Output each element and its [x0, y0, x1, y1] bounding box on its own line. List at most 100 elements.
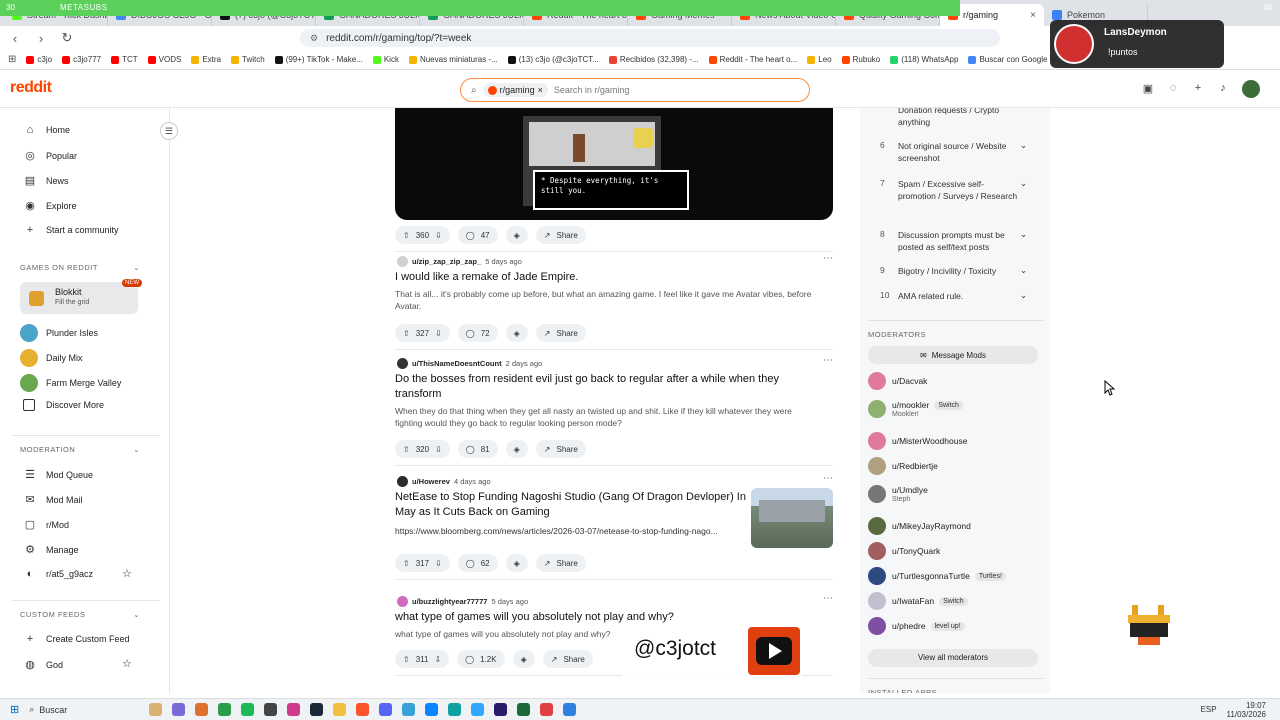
apps-icon[interactable]: ⊞: [8, 54, 16, 65]
collapse-sidebar-icon[interactable]: ☰: [160, 122, 178, 140]
upvote-icon[interactable]: ⇧: [403, 329, 410, 338]
moderator-item[interactable]: u/Umdlye Steph: [868, 485, 928, 503]
moderator-item[interactable]: u/MisterWoodhouse: [868, 432, 967, 450]
bookmark-item[interactable]: VODS: [147, 55, 181, 64]
moderator-item[interactable]: u/Redbiertje: [868, 457, 938, 475]
bookmark-item[interactable]: Reddit - The heart o...: [708, 55, 797, 64]
notification-bell-icon[interactable]: ♪: [1216, 82, 1230, 96]
star-icon[interactable]: ☆: [122, 567, 132, 580]
community-rule[interactable]: 9 Bigotry / Incivility / Toxicity ⌄: [880, 265, 1048, 277]
chevron-down-icon[interactable]: ⌄: [1020, 265, 1030, 277]
copilot-icon[interactable]: [172, 703, 186, 716]
post-title[interactable]: what type of games will you absolutely n…: [395, 610, 815, 625]
post-title[interactable]: I would like a remake of Jade Empire.: [395, 270, 815, 285]
game-item[interactable]: Plunder Isles: [20, 324, 98, 342]
share-button[interactable]: ↗ Share: [535, 226, 586, 244]
bookmark-item[interactable]: (99+) TikTok - Make...: [274, 55, 363, 64]
bookmark-item[interactable]: Recibidos (32,398) -...: [608, 55, 699, 64]
moderator-item[interactable]: u/TurtlesgonnaTurtle Turtles!: [868, 567, 1006, 585]
chevron-down-icon[interactable]: ⌄: [133, 445, 140, 454]
moderation-item[interactable]: ◐ r/at5_g9acz: [24, 568, 93, 580]
taskbar-search[interactable]: ⌕ Buscar: [29, 704, 139, 715]
bookmark-item[interactable]: (13) c3jo (@c3joTCT...: [507, 55, 599, 64]
clock[interactable]: 19:07 11/03/2026: [1227, 701, 1266, 719]
sidebar-nav-popular[interactable]: ◎ Popular: [24, 149, 77, 162]
view-all-moderators-button[interactable]: View all moderators: [868, 649, 1038, 667]
award-button[interactable]: ◈: [505, 440, 528, 458]
game-item[interactable]: Farm Merge Valley: [20, 374, 121, 392]
create-post-icon[interactable]: +: [1191, 82, 1205, 96]
chevron-down-icon[interactable]: ⌄: [133, 610, 140, 619]
xbox-icon[interactable]: [517, 703, 531, 716]
more-options-icon[interactable]: ⋯: [823, 253, 833, 264]
chevron-down-icon[interactable]: ⌄: [1020, 290, 1030, 302]
community-rule[interactable]: 8 Discussion prompts must be posted as se…: [880, 229, 1048, 253]
windows-start-icon[interactable]: ⊞: [10, 703, 19, 716]
app-icon[interactable]: [402, 703, 416, 716]
bookmark-item[interactable]: Twitch: [231, 55, 265, 64]
moderation-section-header[interactable]: MODERATION ⌄: [20, 445, 140, 454]
bookmark-item[interactable]: Extra: [191, 55, 221, 64]
moderation-item[interactable]: ✉ Mod Mail: [24, 493, 82, 506]
post-author[interactable]: u/Howerev 4 days ago: [397, 476, 827, 487]
app-icon[interactable]: [264, 703, 278, 716]
upvote-icon[interactable]: ⇧: [403, 559, 410, 568]
moderator-item[interactable]: u/mookler Switch Mookler!: [868, 400, 963, 418]
upvote-icon[interactable]: ⇧: [403, 655, 410, 664]
sidebar-nav-home[interactable]: ⌂ Home: [24, 124, 70, 136]
moderator-item[interactable]: u/IwataFan Switch: [868, 592, 968, 610]
back-icon[interactable]: ‹: [8, 31, 22, 46]
post-title[interactable]: NetEase to Stop Funding Nagoshi Studio (…: [395, 490, 747, 520]
comments-button[interactable]: ◯ 47: [457, 226, 498, 244]
bookmark-item[interactable]: Leo: [807, 55, 832, 64]
language-indicator[interactable]: ESP: [1201, 705, 1217, 714]
moderation-item[interactable]: ▢ r/Mod: [24, 518, 69, 531]
star-icon[interactable]: ☆: [122, 657, 132, 670]
discord-icon[interactable]: [379, 703, 393, 716]
premiere-icon[interactable]: [494, 703, 508, 716]
site-info-icon[interactable]: ⚙: [310, 33, 318, 44]
share-button[interactable]: ↗ Share: [535, 554, 586, 572]
downvote-icon[interactable]: ⇩: [435, 445, 442, 454]
community-rule[interactable]: 7 Spam / Excessive self-promotion / Surve…: [880, 178, 1048, 202]
chevron-down-icon[interactable]: ⌄: [1020, 178, 1030, 202]
game-blokkit[interactable]: Blokkit Fill the grid NEW: [20, 279, 142, 314]
comments-button[interactable]: ◯ 62: [457, 554, 498, 572]
game-item[interactable]: Daily Mix: [20, 349, 83, 367]
app-icon[interactable]: [195, 703, 209, 716]
more-options-icon[interactable]: ⋯: [823, 690, 833, 693]
sidebar-nav-start-a-community[interactable]: + Start a community: [24, 224, 119, 236]
bookmark-item[interactable]: TCT: [111, 55, 138, 64]
user-avatar[interactable]: [1242, 80, 1260, 98]
community-rule[interactable]: Donation requests / Crypto anything: [880, 108, 1048, 128]
photoshop-icon[interactable]: [471, 703, 485, 716]
chat-icon[interactable]: ◌: [1166, 82, 1180, 96]
more-options-icon[interactable]: ⋯: [823, 593, 833, 604]
share-button[interactable]: ↗ Share: [542, 650, 593, 668]
moderator-item[interactable]: u/TonyQuark: [868, 542, 940, 560]
chevron-down-icon[interactable]: ⌄: [133, 263, 140, 272]
reload-icon[interactable]: ↻: [60, 30, 74, 46]
advertise-icon[interactable]: ▣: [1141, 82, 1155, 96]
community-rule[interactable]: 10 AMA related rule. ⌄: [880, 290, 1048, 302]
bookmark-item[interactable]: Nuevas miniaturas -...: [408, 55, 498, 64]
bookmark-item[interactable]: c3jo: [26, 55, 52, 64]
chevron-down-icon[interactable]: ⌄: [1020, 140, 1030, 164]
award-button[interactable]: ◈: [505, 226, 528, 244]
subreddit-chip[interactable]: r/gaming ×: [482, 83, 548, 97]
game-item[interactable]: Discover More: [20, 399, 104, 411]
app-icon[interactable]: [448, 703, 462, 716]
bookmark-item[interactable]: Rubuko: [841, 55, 880, 64]
award-button[interactable]: ◈: [505, 324, 528, 342]
edge-icon[interactable]: [425, 703, 439, 716]
brave-icon[interactable]: [356, 703, 370, 716]
community-rule[interactable]: 6 Not original source / Website screensho…: [880, 140, 1048, 164]
comments-button[interactable]: ◯ 81: [457, 440, 498, 458]
post-title[interactable]: Do the bosses from resident evil just go…: [395, 372, 815, 402]
forward-icon[interactable]: ›: [34, 31, 48, 46]
moderation-item[interactable]: ⚙ Manage: [24, 543, 78, 556]
steam-icon[interactable]: [310, 703, 324, 716]
comments-button[interactable]: ◯ 1.2K: [457, 650, 505, 668]
moderator-item[interactable]: u/MikeyJayRaymond: [868, 517, 971, 535]
award-button[interactable]: ◈: [512, 650, 535, 668]
